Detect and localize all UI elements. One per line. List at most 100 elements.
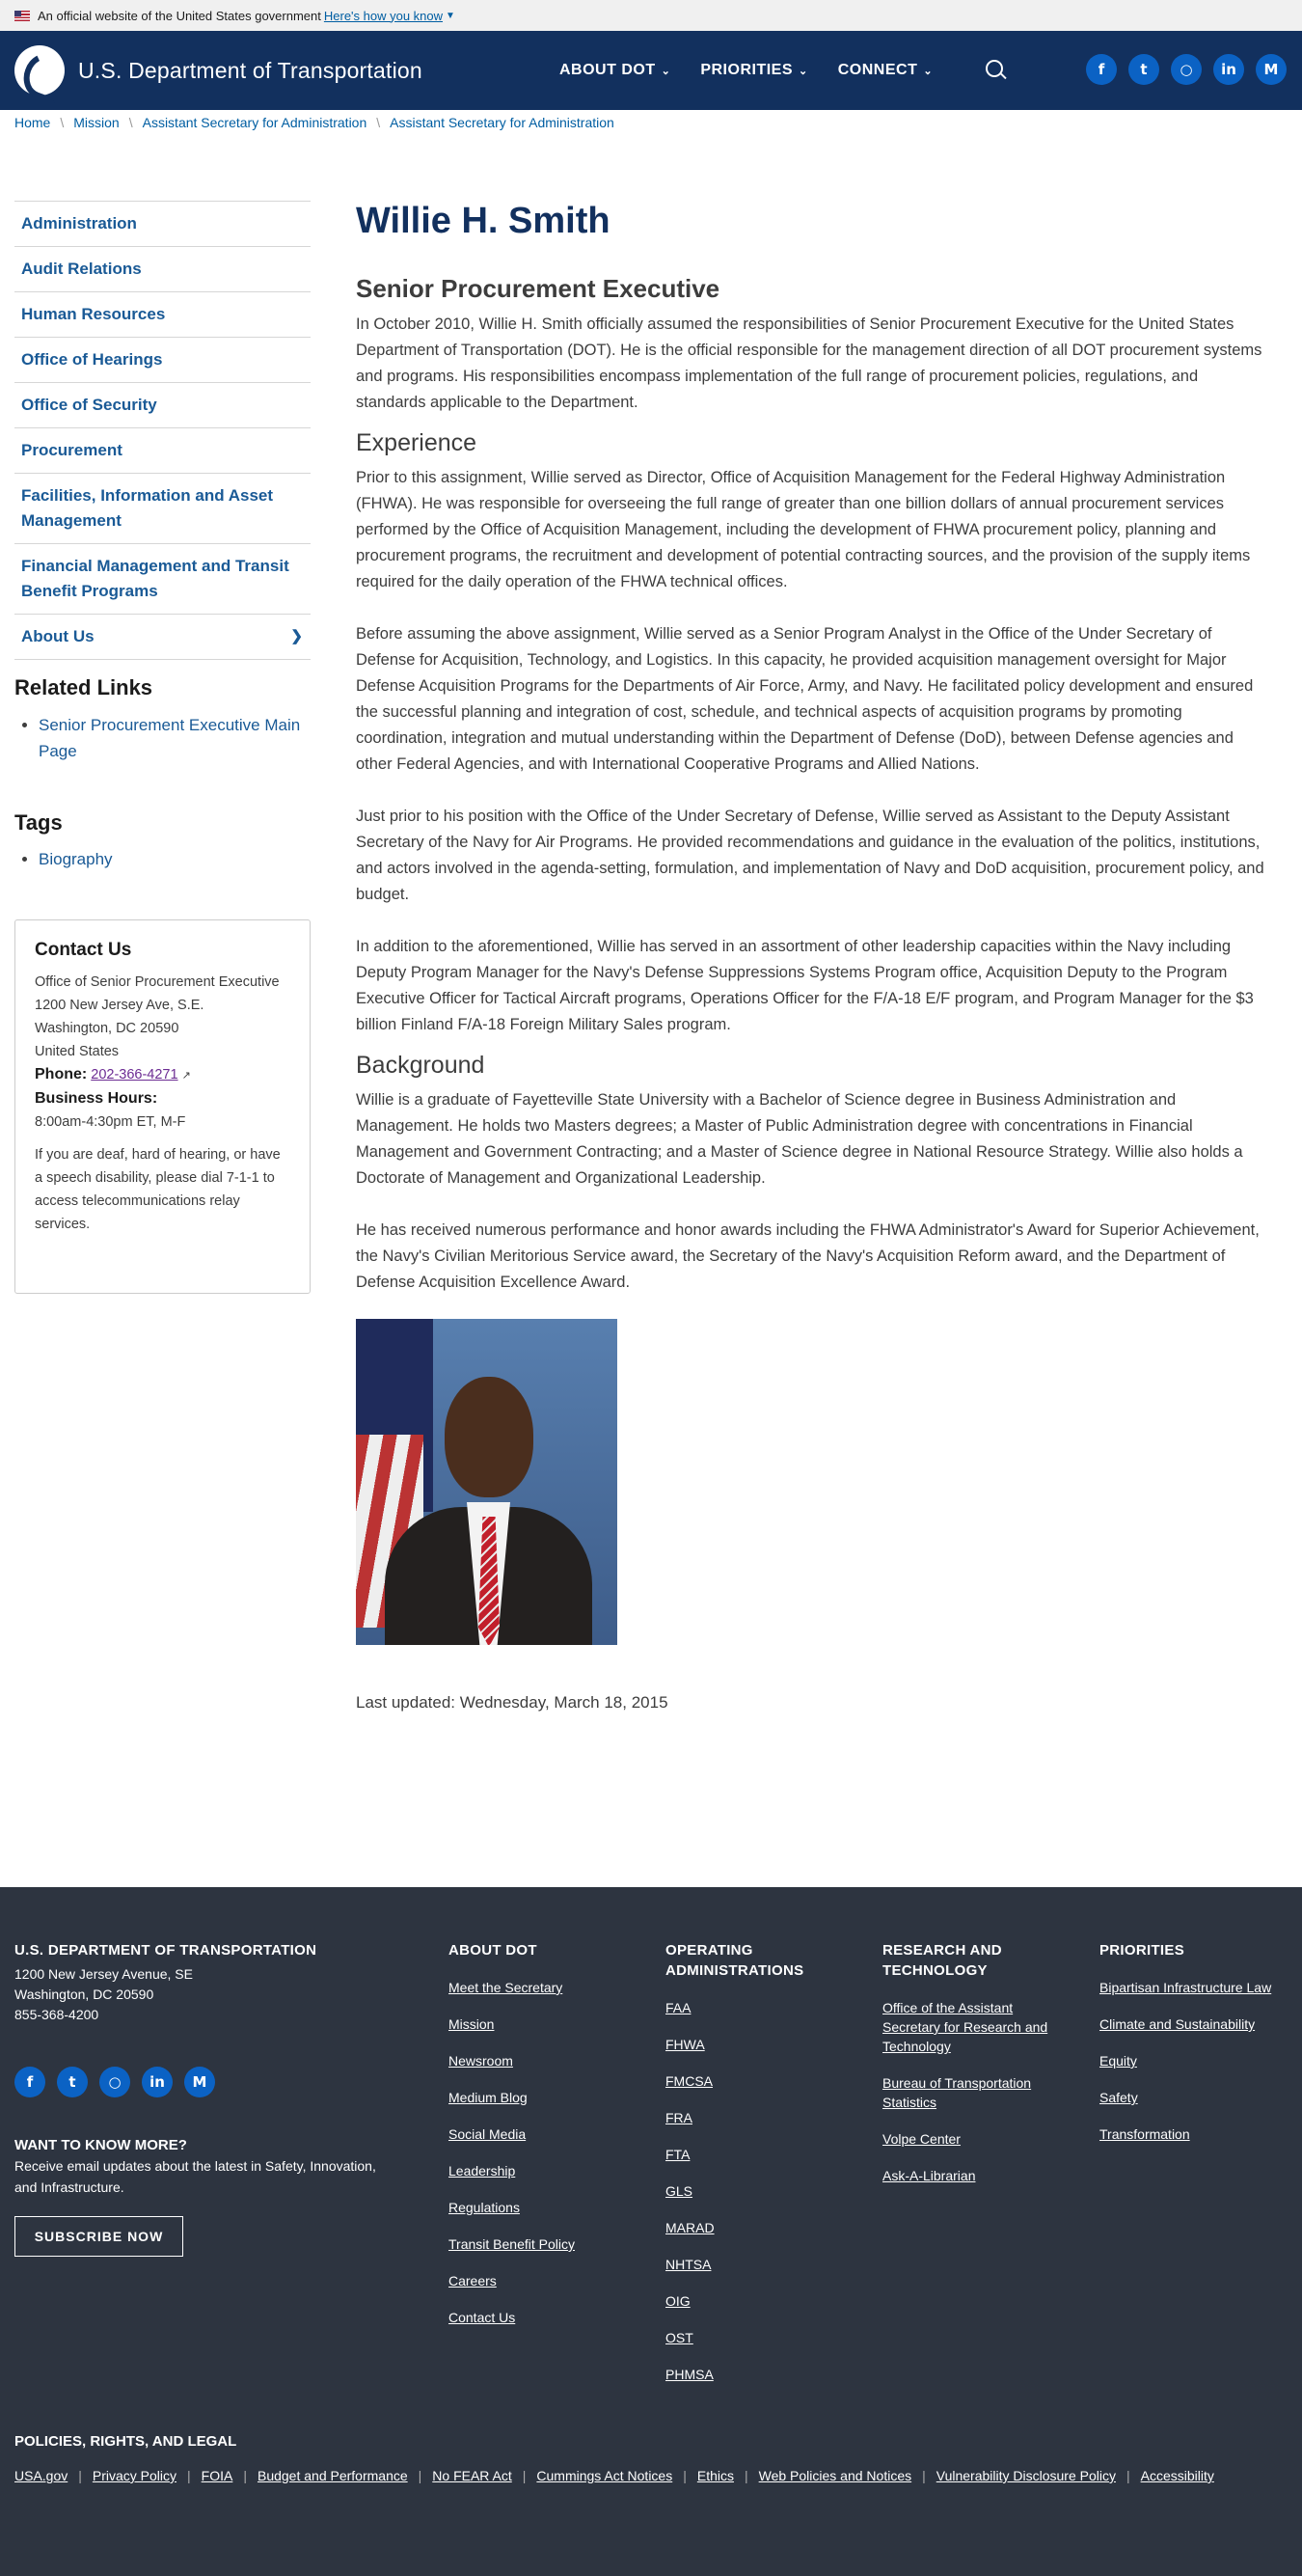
last-updated: Last updated: Wednesday, March 18, 2015 [356, 1693, 668, 1712]
footer-link[interactable]: Regulations [448, 2198, 641, 2217]
sidebar-item-procurement[interactable]: Procurement [14, 428, 311, 474]
medium-icon[interactable]: M [1256, 54, 1287, 85]
experience-paragraph: In addition to the aforementioned, Willi… [356, 938, 1254, 1033]
sidebar-item-human-resources[interactable]: Human Resources [14, 292, 311, 338]
footer-phone: 855-368-4200 [14, 2007, 99, 2022]
chevron-down-icon: ⌄ [923, 66, 934, 77]
footer-link[interactable]: Contact Us [448, 2308, 641, 2327]
twitter-icon[interactable]: t [57, 2067, 88, 2097]
related-link[interactable]: Senior Procurement Executive Main Page [39, 716, 300, 760]
heres-how-you-know-link[interactable]: Here's how you know [324, 9, 443, 23]
footer-link[interactable]: Leadership [448, 2161, 641, 2180]
footer-col-research: RESEARCH AND TECHNOLOGY Office of the As… [882, 1940, 1061, 2203]
policy-link[interactable]: Budget and Performance [258, 2468, 408, 2483]
footer-link[interactable]: FMCSA [665, 2071, 810, 2091]
breadcrumb-separator: \ [376, 115, 381, 130]
breadcrumb-asa[interactable]: Assistant Secretary for Administration [143, 115, 367, 130]
policy-link[interactable]: USA.gov [14, 2468, 68, 2483]
policies-heading: POLICIES, RIGHTS, AND LEGAL [14, 2433, 237, 2450]
footer-link[interactable]: Medium Blog [448, 2088, 641, 2107]
contact-address-line: 1200 New Jersey Ave, S.E. [35, 998, 204, 1013]
gov-banner: An official website of the United States… [0, 0, 1302, 31]
page-subtitle: Senior Procurement Executive [356, 274, 720, 303]
contact-box: Contact Us Office of Senior Procurement … [14, 919, 311, 1294]
experience-paragraph: Just prior to his position with the Offi… [356, 808, 1264, 903]
footer-link[interactable]: GLS [665, 2181, 810, 2201]
linkedin-icon[interactable]: in [1213, 54, 1244, 85]
footer-link[interactable]: Climate and Sustainability [1099, 2014, 1292, 2034]
breadcrumb-home[interactable]: Home [14, 115, 50, 130]
contact-address-line: Office of Senior Procurement Executive [35, 974, 280, 990]
footer-link[interactable]: Bureau of Transportation Statistics [882, 2073, 1061, 2112]
breadcrumb-mission[interactable]: Mission [73, 115, 119, 130]
main-content: Willie H. Smith Senior Procurement Execu… [356, 193, 1272, 1713]
policy-link[interactable]: No FEAR Act [432, 2468, 511, 2483]
facebook-icon[interactable]: f [14, 2067, 45, 2097]
footer-link[interactable]: MARAD [665, 2218, 810, 2237]
sidebar-item-audit-relations[interactable]: Audit Relations [14, 247, 311, 292]
footer-link[interactable]: FHWA [665, 2035, 810, 2054]
newsletter-block: WANT TO KNOW MORE? Receive email updates… [14, 2137, 400, 2198]
footer-link[interactable]: Volpe Center [882, 2129, 1061, 2149]
breadcrumb-separator: \ [60, 115, 65, 130]
footer-link[interactable]: Bipartisan Infrastructure Law [1099, 1978, 1292, 1997]
footer-link[interactable]: OST [665, 2328, 810, 2347]
twitter-icon[interactable]: t [1128, 54, 1159, 85]
sidebar-item-administration[interactable]: Administration [14, 202, 311, 247]
nav-connect[interactable]: CONNECT ⌄ [838, 62, 933, 79]
tag-link[interactable]: Biography [39, 850, 113, 868]
footer-link[interactable]: FRA [665, 2108, 810, 2127]
search-icon[interactable] [986, 60, 1003, 77]
chevron-down-icon[interactable]: ▼ [446, 11, 455, 21]
footer-link[interactable]: Careers [448, 2271, 641, 2290]
footer-social: f t ○ in M [14, 2067, 215, 2097]
footer-link[interactable]: Newsroom [448, 2051, 641, 2070]
footer-link[interactable]: PHMSA [665, 2365, 810, 2384]
sidebar-item-office-of-hearings[interactable]: Office of Hearings [14, 338, 311, 383]
facebook-icon[interactable]: f [1086, 54, 1117, 85]
footer-link[interactable]: Safety [1099, 2088, 1292, 2107]
footer-link[interactable]: Ask-A-Librarian [882, 2166, 1061, 2185]
phone-link[interactable]: 202-366-4271 [91, 1067, 177, 1082]
site-title[interactable]: U.S. Department of Transportation [78, 58, 422, 84]
policy-link[interactable]: Privacy Policy [93, 2468, 176, 2483]
footer-link[interactable]: FTA [665, 2145, 810, 2164]
policy-links: USA.gov | Privacy Policy | FOIA | Budget an… [14, 2468, 1214, 2483]
policy-link[interactable]: Vulnerability Disclosure Policy [936, 2468, 1116, 2483]
policy-link[interactable]: Accessibility [1141, 2468, 1214, 2483]
footer-link[interactable]: NHTSA [665, 2255, 810, 2274]
medium-icon[interactable]: M [184, 2067, 215, 2097]
sidebar-item-financial-management[interactable]: Financial Management and Transit Benefit… [14, 544, 311, 615]
footer-link[interactable]: Equity [1099, 2051, 1292, 2070]
sidebar-item-about-us[interactable]: About Us ❯ [14, 615, 311, 660]
breadcrumb-asa-current[interactable]: Assistant Secretary for Administration [390, 115, 614, 130]
footer-col-heading: RESEARCH AND TECHNOLOGY [882, 1942, 1002, 1979]
nav-about-dot[interactable]: ABOUT DOT ⌄ [559, 62, 670, 79]
contact-address-line: Washington, DC 20590 [35, 1021, 179, 1036]
phone-label: Phone: [35, 1066, 88, 1082]
tags-heading: Tags [14, 810, 63, 835]
policy-link[interactable]: Cummings Act Notices [536, 2468, 672, 2483]
sidebar-item-facilities[interactable]: Facilities, Information and Asset Manage… [14, 474, 311, 544]
dot-logo-icon[interactable] [14, 45, 65, 96]
external-link-icon: ↗ [181, 1070, 191, 1082]
footer-link[interactable]: Social Media [448, 2124, 641, 2144]
footer-link[interactable]: Office of the Assistant Secretary for Re… [882, 1998, 1061, 2056]
nav-priorities[interactable]: PRIORITIES ⌄ [700, 62, 807, 79]
subscribe-button[interactable]: SUBSCRIBE NOW [14, 2216, 183, 2257]
footer-link[interactable]: OIG [665, 2291, 810, 2311]
policy-link[interactable]: FOIA [202, 2468, 233, 2483]
instagram-icon[interactable]: ○ [99, 2067, 130, 2097]
policy-link[interactable]: Web Policies and Notices [759, 2468, 911, 2483]
policy-link[interactable]: Ethics [697, 2468, 734, 2483]
footer-link[interactable]: Transformation [1099, 2124, 1292, 2144]
linkedin-icon[interactable]: in [142, 2067, 173, 2097]
footer-link[interactable]: Mission [448, 2014, 641, 2034]
background-paragraph: He has received numerous performance and… [356, 1221, 1260, 1291]
footer-link[interactable]: Transit Benefit Policy [448, 2234, 641, 2254]
footer-col-operating: OPERATING ADMINISTRATIONS FAA FHWA FMCSA… [665, 1940, 810, 2401]
footer-link[interactable]: FAA [665, 1998, 810, 2017]
sidebar-item-office-of-security[interactable]: Office of Security [14, 383, 311, 428]
instagram-icon[interactable]: ○ [1171, 54, 1202, 85]
footer-link[interactable]: Meet the Secretary [448, 1978, 641, 1997]
